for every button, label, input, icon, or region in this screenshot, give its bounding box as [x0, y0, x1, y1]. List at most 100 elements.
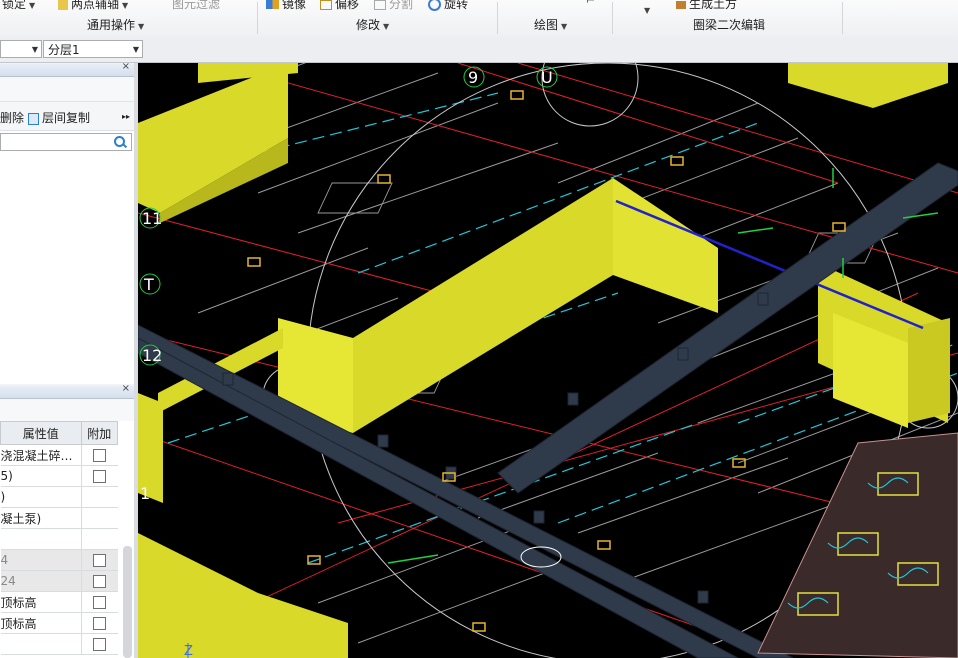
delete-button[interactable]: 删除 [0, 109, 24, 126]
panel-spacer [0, 399, 134, 421]
two-point-axis-button[interactable]: 两点辅轴 ▼ [58, 0, 128, 12]
append-cell [80, 591, 118, 613]
copy-icon [28, 112, 39, 125]
floor-select[interactable]: ▼ [0, 40, 42, 58]
panel-title-bar: × [0, 61, 134, 77]
rotate-button[interactable]: 旋转 [428, 0, 468, 12]
dropdown-arrow[interactable]: ▼ [641, 2, 650, 16]
generate-earthwork-button[interactable]: 生成土方 [676, 0, 737, 12]
axis-label: 12 [142, 346, 162, 365]
foundation-grid [757, 432, 958, 658]
table-row[interactable]: 浇混凝土碎… [0, 444, 118, 466]
panel-title-bar: × [0, 383, 134, 399]
column-header: 属性值 [0, 421, 82, 445]
chevron-down-icon: ▼ [138, 22, 145, 31]
append-checkbox[interactable] [93, 575, 106, 588]
search-input[interactable] [0, 133, 132, 151]
append-cell [80, 633, 118, 655]
property-table: 属性值 附加 浇混凝土碎… 5) ) 凝土泵) 4 24 顶标高 顶标高 [0, 421, 118, 655]
table-header: 属性值 附加 [0, 421, 118, 445]
divider [842, 2, 843, 34]
property-value[interactable]: 4 [0, 549, 81, 571]
column-header: 附加 [80, 421, 118, 445]
property-value[interactable]: 浇混凝土碎… [0, 444, 81, 466]
divider [612, 2, 613, 34]
chevron-down-icon: ▼ [132, 45, 139, 54]
axis-label: U [541, 68, 553, 87]
scrollbar[interactable] [123, 546, 132, 658]
axis-icon [58, 0, 68, 10]
divider [257, 2, 258, 34]
table-row[interactable]: ) [0, 486, 118, 508]
table-row[interactable]: 顶标高 [0, 612, 118, 634]
table-row[interactable] [0, 528, 118, 550]
split-icon [374, 0, 386, 10]
property-value[interactable] [0, 633, 81, 655]
table-row[interactable] [0, 633, 118, 655]
lock-button[interactable]: 锁定 ▼ [2, 0, 35, 12]
axis-label: 1 [140, 484, 150, 503]
property-value[interactable]: 5) [0, 465, 81, 487]
property-value[interactable] [0, 528, 81, 550]
table-row[interactable]: 5) [0, 465, 118, 487]
table-row[interactable]: 24 [0, 570, 118, 592]
append-cell [80, 570, 118, 592]
append-cell [80, 612, 118, 634]
layer-select[interactable]: 分层1 ▼ [43, 40, 143, 58]
property-value[interactable]: 顶标高 [0, 591, 81, 613]
append-checkbox[interactable] [93, 596, 106, 609]
axis-label: 11 [142, 209, 162, 228]
axis-label: 9 [468, 68, 478, 87]
search-icon [114, 136, 125, 147]
chevron-down-icon: ▼ [29, 1, 36, 10]
search-row [0, 131, 134, 153]
panel-spacer [0, 77, 134, 102]
rotate-icon [428, 0, 441, 11]
properties-panel: × 属性值 附加 浇混凝土碎… 5) ) 凝土泵) 4 24 顶标高 顶标高 [0, 383, 135, 658]
layer-bar: ▼ 分层1 ▼ [0, 37, 958, 63]
draw-extra-icon[interactable]: ⌐ [586, 0, 595, 7]
mirror-button[interactable]: 镜像 [266, 0, 306, 12]
append-cell [80, 549, 118, 571]
offset-button[interactable]: 偏移 [320, 0, 359, 12]
axis-label: T [143, 275, 154, 294]
append-checkbox[interactable] [93, 470, 106, 483]
offset-icon [320, 0, 332, 10]
property-value[interactable]: 凝土泵) [0, 507, 81, 529]
chevron-down-icon: ▼ [383, 22, 390, 31]
group-draw[interactable]: 绘图 ▼ [534, 16, 567, 33]
append-checkbox[interactable] [93, 554, 106, 567]
append-checkbox[interactable] [93, 449, 106, 462]
more-icon[interactable]: ▸▸ [122, 112, 130, 121]
property-value[interactable]: ) [0, 486, 81, 508]
ribbon-toolbar: 锁定 ▼ 两点辅轴 ▼ 图元过滤 镜像 偏移 分割 旋转 ⌐ ▼ 生成土方 通用操作… [0, 0, 958, 38]
component-list-panel: × 删除 层间复制 ▸▸ [0, 61, 135, 384]
split-button[interactable]: 分割 [374, 0, 413, 12]
table-row[interactable]: 顶标高 [0, 591, 118, 613]
append-cell [80, 465, 118, 487]
append-cell [80, 444, 118, 466]
append-cell [80, 507, 118, 529]
table-row[interactable]: 4 [0, 549, 118, 571]
close-icon[interactable]: × [122, 61, 130, 72]
component-toolbar: 删除 层间复制 ▸▸ [0, 102, 134, 131]
copy-layer-button[interactable]: 层间复制 [28, 109, 90, 126]
table-row[interactable]: 凝土泵) [0, 507, 118, 529]
chevron-down-icon: ▼ [644, 6, 651, 15]
chevron-down-icon: ▼ [561, 22, 568, 31]
group-general-ops[interactable]: 通用操作 ▼ [87, 16, 144, 33]
group-ring-beam-edit: 圈梁二次编辑 [693, 18, 766, 32]
append-checkbox[interactable] [93, 617, 106, 630]
append-cell [80, 528, 118, 550]
model-viewport[interactable]: 9 U 11 T 12 1 Z [138, 63, 958, 658]
close-icon[interactable]: × [122, 383, 130, 394]
property-value[interactable]: 24 [0, 570, 81, 592]
group-modify[interactable]: 修改 ▼ [356, 16, 389, 33]
filter-button[interactable]: 图元过滤 [172, 0, 220, 12]
append-checkbox[interactable] [93, 638, 106, 651]
earthwork-icon [676, 0, 686, 9]
chevron-down-icon: ▼ [122, 1, 129, 10]
divider [497, 2, 498, 34]
mirror-icon [266, 0, 279, 9]
property-value[interactable]: 顶标高 [0, 612, 81, 634]
